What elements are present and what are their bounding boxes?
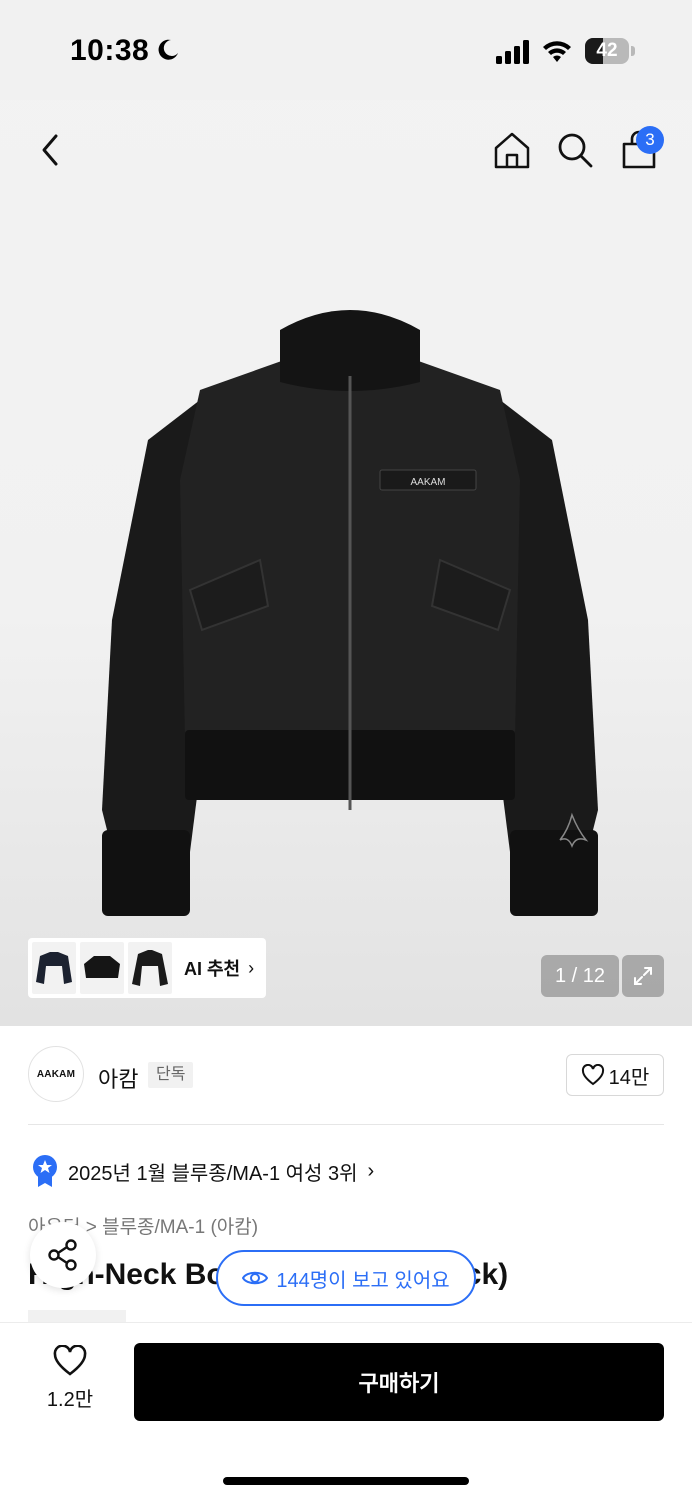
expand-image-button[interactable] [622,955,664,997]
moon-icon [158,39,178,60]
ai-recommend-thumbnail[interactable] [128,942,172,994]
brand-like-button[interactable]: 14만 [566,1054,664,1096]
home-icon [494,132,530,169]
heart-icon [581,1064,604,1086]
ai-recommend-thumbnail[interactable] [80,942,124,994]
chevron-right-icon: › [367,1159,375,1182]
expand-icon [634,967,652,985]
ai-recommend-card[interactable]: AI 추천 › [28,938,266,998]
cart-badge: 3 [636,126,664,154]
status-bar: 10:38 42 [0,0,692,100]
bottom-bar: 1.2만 구매하기 [0,1322,692,1500]
ranking-badge-icon [33,1155,57,1187]
search-button[interactable] [553,128,597,172]
wishlist-button[interactable]: 1.2만 [30,1345,110,1421]
heart-icon [53,1345,87,1376]
share-icon [48,1239,77,1271]
viewers-pill: 144명이 보고 있어요 [216,1250,476,1306]
brand-logo[interactable]: AAKAM [28,1046,84,1102]
wishlist-count: 1.2만 [46,1389,94,1411]
home-indicator [223,1477,469,1485]
share-button[interactable] [30,1222,96,1288]
ranking-text: 2025년 1월 블루종/MA-1 여성 3위 [68,1162,358,1185]
back-button[interactable] [28,128,72,172]
battery-indicator: 42 [585,38,635,64]
product-image[interactable]: AAKAM [90,290,610,930]
brand-row: AAKAM 아캄 단독 14만 [0,1026,692,1126]
viewers-text: 144명이 보고 있어요 [276,1269,450,1292]
home-button[interactable] [490,128,534,172]
ranking-link[interactable]: 2025년 1월 블루종/MA-1 여성 3위 › [32,1154,374,1188]
buy-button[interactable]: 구매하기 [134,1343,664,1421]
signal-icon [496,40,529,64]
brand-like-count: 14만 [608,1066,650,1089]
image-page-counter: 1 / 12 [541,955,619,997]
eye-icon [242,1271,269,1285]
brand-name[interactable]: 아캄 [98,1062,138,1094]
wifi-icon [543,41,571,62]
chevron-right-icon: › [248,957,255,978]
ai-recommend-label: AI 추천 [184,959,241,979]
chevron-left-icon [42,134,58,166]
status-time: 10:38 [70,34,150,67]
battery-level-text: 42 [596,40,618,61]
search-icon [558,133,593,168]
ai-recommend-thumbnail[interactable] [32,942,76,994]
divider [28,1124,664,1125]
jacket-logo: AAKAM [410,477,445,488]
exclusive-badge: 단독 [148,1062,194,1088]
